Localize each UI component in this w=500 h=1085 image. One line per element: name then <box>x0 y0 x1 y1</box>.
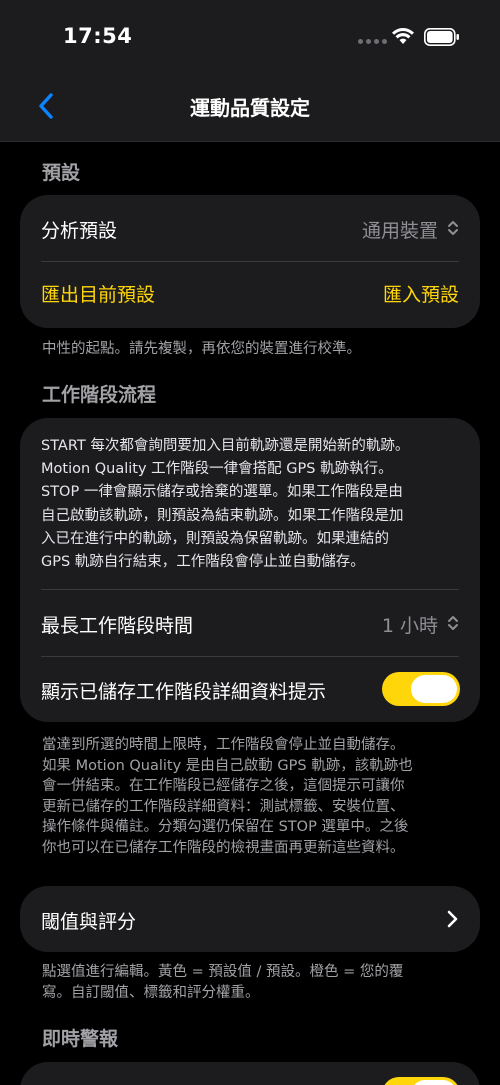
navigation-bar: 運動品質設定 <box>0 76 500 142</box>
thresholds-row[interactable]: 閾值與評分 <box>20 886 480 952</box>
max-duration-label: 最長工作階段時間 <box>41 615 194 637</box>
analysis-preset-value: 通用裝置 <box>361 220 438 242</box>
cellular-signal-icon <box>358 39 387 44</box>
battery-icon <box>424 28 459 46</box>
thresholds-label: 閾值與評分 <box>41 911 137 933</box>
max-duration-value: 1 小時 <box>381 615 438 637</box>
workflow-footer: 當達到所選的時間上限時，工作階段會停止並自動儲存。 如果 Motion Qual… <box>42 737 413 856</box>
show-prompt-toggle[interactable] <box>382 672 460 706</box>
presets-card: 分析預設 通用裝置 匯出目前預設 匯入預設 <box>20 195 480 328</box>
workflow-description: START 每次都會詢問要加入目前軌跡還是開始新的軌跡。 Motion Qual… <box>41 438 410 571</box>
chevron-right-icon <box>447 910 458 928</box>
up-down-chevron-icon <box>448 221 458 235</box>
max-duration-row[interactable]: 最長工作階段時間 1 小時 <box>20 590 480 656</box>
section-header-workflow: 工作階段流程 <box>42 384 157 406</box>
up-down-chevron-icon <box>448 616 458 630</box>
wifi-icon <box>392 28 414 44</box>
alerts-toggle[interactable] <box>382 1077 460 1085</box>
settings-screen: 17:54 運動品質設定 預設 分析預設 通用裝置 匯出目前預設 匯入預設 中性… <box>0 0 500 1085</box>
presets-footer: 中性的起點。請先複製，再依您的裝置進行校準。 <box>42 341 361 357</box>
section-header-presets: 預設 <box>42 162 81 184</box>
analysis-preset-label: 分析預設 <box>41 220 118 242</box>
preset-actions-row: 匯出目前預設 匯入預設 <box>20 262 480 328</box>
status-time: 17:54 <box>63 24 133 48</box>
show-prompt-row: 顯示已儲存工作階段詳細資料提示 <box>20 657 480 722</box>
alerts-card <box>20 1062 480 1085</box>
section-header-alerts: 即時警報 <box>42 1028 119 1050</box>
show-prompt-label: 顯示已儲存工作階段詳細資料提示 <box>41 681 327 703</box>
export-preset-button[interactable]: 匯出目前預設 <box>41 280 155 307</box>
import-preset-button[interactable]: 匯入預設 <box>383 280 459 307</box>
thresholds-footer: 點選值進行編輯。黃色 = 預設值 / 預設。橙色 = 您的覆 寫。自訂閾值、標籤… <box>42 964 404 1001</box>
workflow-card: START 每次都會詢問要加入目前軌跡還是開始新的軌跡。 Motion Qual… <box>20 418 480 722</box>
toggle-knob <box>411 675 457 703</box>
status-bar: 17:54 <box>0 0 500 76</box>
toggle-knob <box>411 1080 457 1085</box>
analysis-preset-row[interactable]: 分析預設 通用裝置 <box>20 195 480 261</box>
page-title: 運動品質設定 <box>190 96 310 120</box>
